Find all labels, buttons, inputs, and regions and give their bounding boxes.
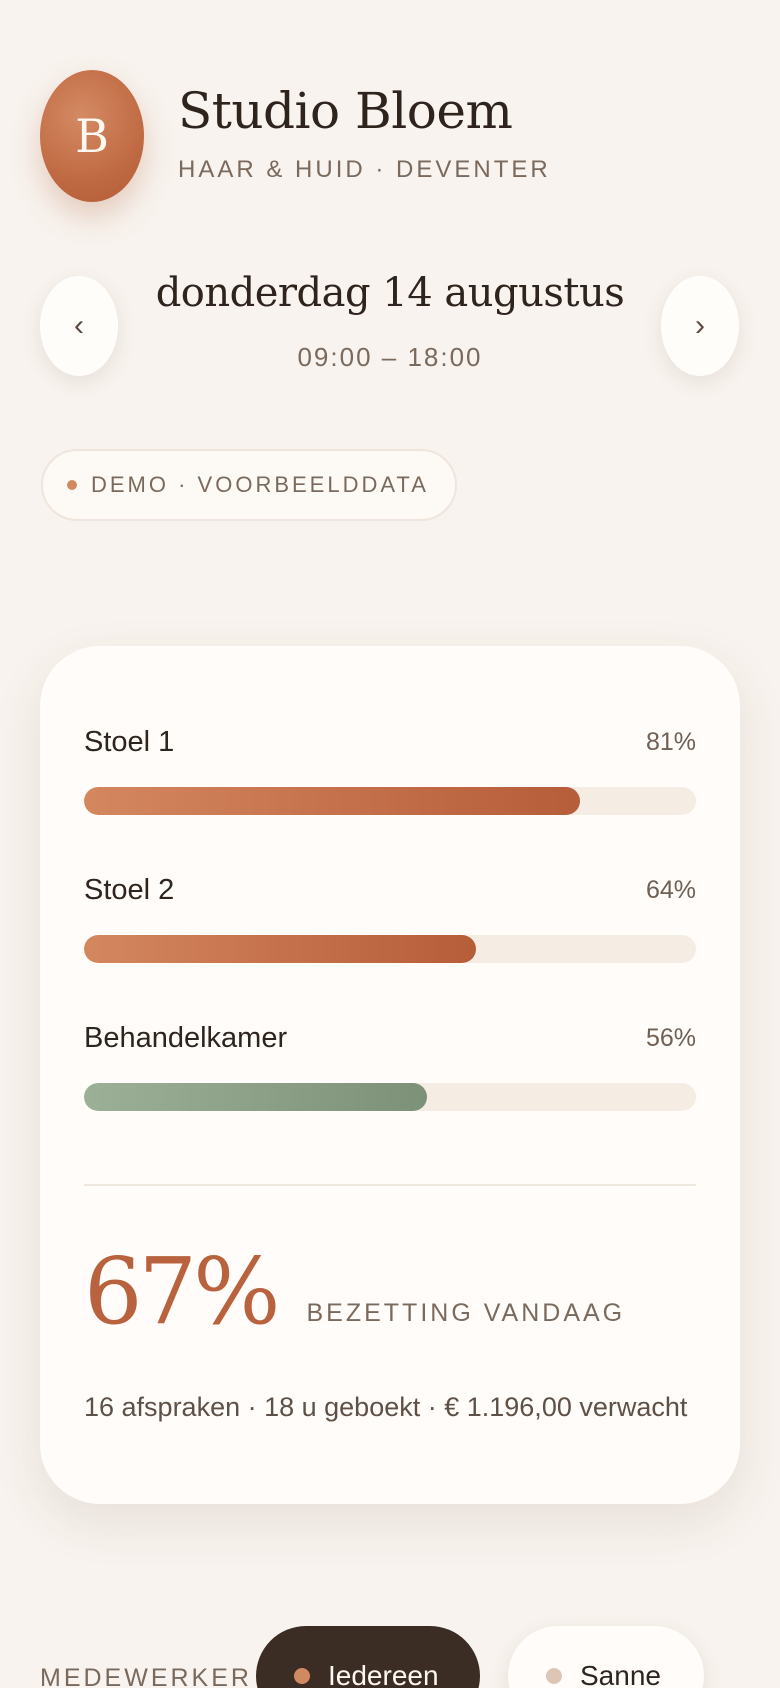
demo-badge-label: DEMO · VOORBEELDDATA (91, 472, 429, 497)
logo-letter: B (75, 109, 109, 163)
resource-progress-fill (84, 935, 476, 963)
occupancy-total-label: BEZETTING VANDAAG (306, 1299, 626, 1327)
resource-percent: 64% (645, 875, 696, 904)
staff-chip-label: Sanne (580, 1660, 661, 1688)
resource-percent: 81% (645, 727, 696, 756)
opening-hours: 09:00 – 18:00 (297, 342, 483, 372)
resource-progress-track (84, 1083, 696, 1111)
demo-badge: DEMO · VOORBEELDDATA (41, 449, 457, 521)
staff-chip-label: Iedereen (328, 1660, 439, 1688)
resource-progress-track (84, 935, 696, 963)
occupancy-total: 67% BEZETTING VANDAAG (84, 1246, 625, 1338)
date-display: donderdag 14 augustus 09:00 – 18:00 (120, 270, 660, 373)
business-name: Studio Bloem (178, 82, 513, 140)
current-date: donderdag 14 augustus (155, 270, 625, 316)
resource-name: Stoel 2 (84, 873, 175, 906)
chip-dot-icon (546, 1668, 562, 1684)
resource-row-stoel-1: Stoel 1 81% (84, 725, 696, 815)
occupancy-card: Stoel 1 81% Stoel 2 64% Behandelkamer 56… (40, 646, 740, 1504)
studio-logo: B (40, 70, 144, 202)
app-header: B Studio Bloem HAAR & HUID · DEVENTER (40, 70, 551, 202)
chevron-right-icon: › (695, 309, 705, 342)
staff-filter-label: MEDEWERKER (40, 1664, 252, 1688)
chip-dot-icon (294, 1668, 310, 1684)
day-summary: 16 afspraken · 18 u geboekt · € 1.196,00… (84, 1392, 688, 1422)
resource-name: Behandelkamer (84, 1021, 288, 1054)
occupancy-total-value: 67% (84, 1238, 280, 1345)
resource-percent: 56% (645, 1023, 696, 1052)
resource-name: Stoel 1 (84, 725, 175, 758)
card-divider (84, 1184, 696, 1186)
resource-progress-track (84, 787, 696, 815)
previous-day-button[interactable]: ‹ (40, 276, 118, 376)
staff-chip-everyone[interactable]: Iedereen (256, 1626, 480, 1688)
demo-dot-icon (67, 480, 77, 490)
next-day-button[interactable]: › (661, 276, 739, 376)
resource-row-behandelkamer: Behandelkamer 56% (84, 1021, 696, 1111)
brand-block: Studio Bloem HAAR & HUID · DEVENTER (178, 82, 551, 184)
staff-chip-sanne[interactable]: Sanne (508, 1626, 704, 1688)
resource-progress-fill (84, 1083, 427, 1111)
chevron-left-icon: ‹ (74, 309, 84, 342)
business-tagline: HAAR & HUID · DEVENTER (178, 156, 551, 183)
resource-progress-fill (84, 787, 580, 815)
resource-row-stoel-2: Stoel 2 64% (84, 873, 696, 963)
